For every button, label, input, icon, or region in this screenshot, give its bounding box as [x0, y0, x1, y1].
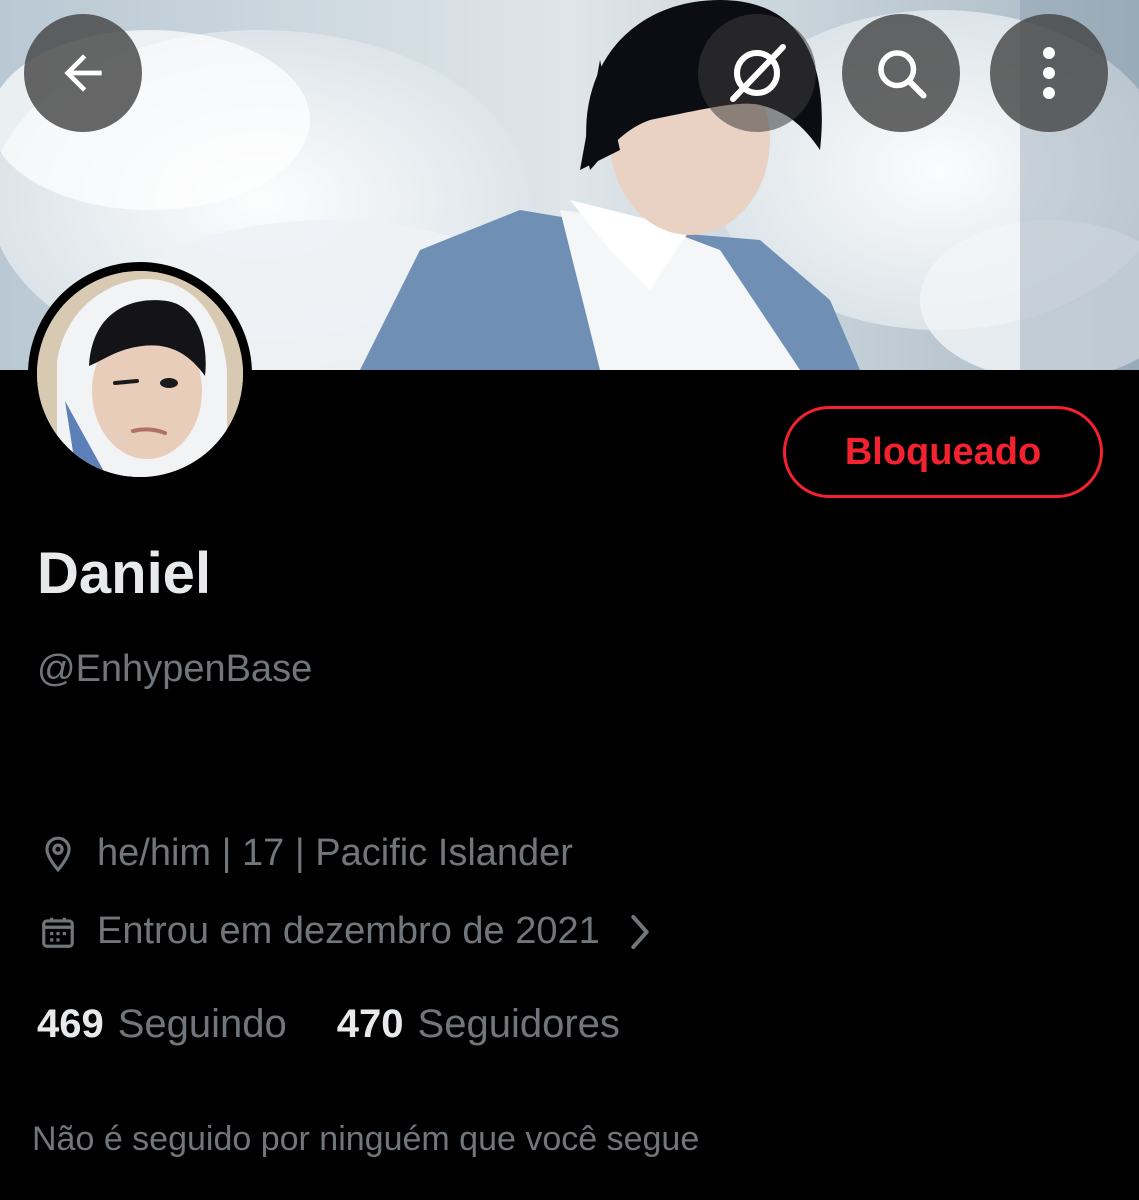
blocked-button[interactable]: Bloqueado — [783, 406, 1103, 498]
following-label: Seguindo — [117, 1002, 287, 1046]
followed-by-note: Não é seguido por ninguém que você segue — [32, 1120, 700, 1158]
arrow-left-icon — [64, 54, 102, 92]
handle: @EnhypenBase — [37, 648, 313, 690]
chevron-right-icon — [626, 912, 654, 952]
search-icon — [878, 50, 927, 99]
more-options-button[interactable] — [990, 14, 1108, 132]
display-name: Daniel — [37, 541, 212, 606]
followers-count: 470 — [336, 1002, 404, 1046]
back-button[interactable] — [24, 14, 142, 132]
location-text: he/him | 17 | Pacific Islander — [97, 832, 573, 874]
grok-icon — [730, 44, 786, 102]
location-pin-icon — [37, 833, 79, 875]
joined-text: Entrou em dezembro de 2021 — [97, 910, 600, 952]
search-button[interactable] — [842, 14, 960, 132]
avatar-image — [37, 271, 243, 477]
followers-link[interactable]: 470 Seguidores — [337, 1002, 620, 1047]
grok-button[interactable] — [698, 14, 816, 132]
more-vertical-icon — [1043, 47, 1055, 99]
profile-location: he/him | 17 | Pacific Islander — [37, 832, 573, 875]
profile-joined[interactable]: Entrou em dezembro de 2021 — [37, 910, 654, 953]
following-link[interactable]: 469 Seguindo — [37, 1002, 287, 1047]
following-count: 469 — [37, 1002, 104, 1046]
followers-label: Seguidores — [417, 1002, 620, 1046]
avatar[interactable] — [28, 262, 252, 486]
follow-stats: 469 Seguindo 470 Seguidores — [37, 1002, 670, 1047]
calendar-icon — [37, 911, 79, 953]
